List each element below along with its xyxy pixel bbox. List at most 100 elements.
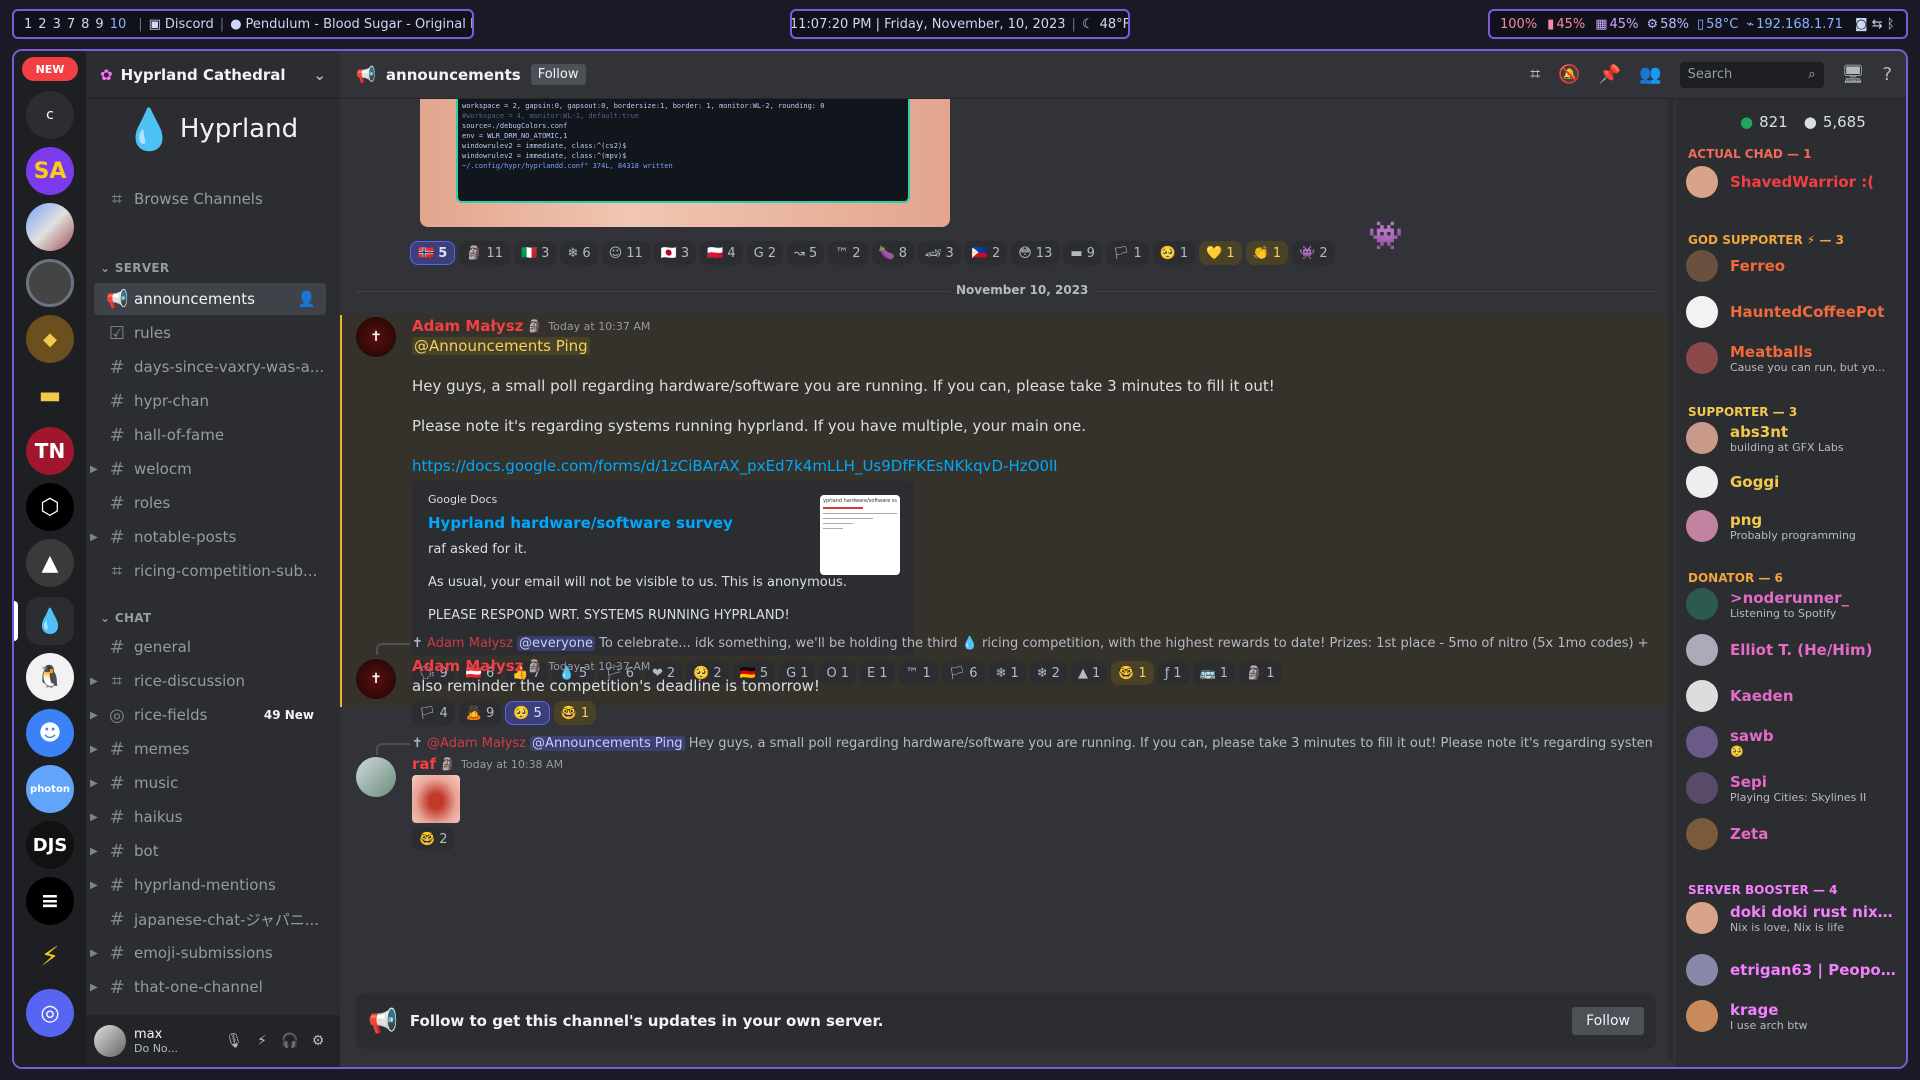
channel-emoji-submissions[interactable]: ▶ # emoji-submissions [90, 937, 326, 969]
server-avatar-1[interactable] [26, 203, 74, 251]
channel-roles[interactable]: # roles [94, 487, 326, 519]
channel-days-since[interactable]: # days-since-vaxry-was-a... [94, 351, 326, 383]
embed-thumbnail[interactable]: yprland hardware/software survey [820, 495, 900, 575]
channel-welocm[interactable]: ▶ # welocm [90, 453, 326, 485]
server-robot[interactable]: ☻ [26, 709, 74, 757]
channel-japanese-chat[interactable]: # japanese-chat-ジャパニ... [94, 903, 326, 935]
member-shavedwarrior[interactable]: ShavedWarrior :( [1686, 161, 1900, 203]
member-sepi[interactable]: Sepi Playing Cities: Skylines II [1686, 767, 1900, 809]
channel-hall-of-fame[interactable]: # hall-of-fame [94, 419, 326, 451]
server-photon[interactable]: photon [26, 765, 74, 813]
tray-icons[interactable]: ◙ ⇆ ᛒ [1855, 17, 1895, 32]
add-member-icon[interactable]: 👤 [297, 290, 316, 308]
member-ferreo[interactable]: Ferreo [1686, 245, 1900, 287]
member-goggi[interactable]: Goggi [1686, 461, 1900, 503]
notification-bell-icon[interactable]: 🔕 [1558, 64, 1580, 85]
headphones-icon[interactable]: 🎧 [276, 1033, 304, 1049]
server-hyprland[interactable]: 💧 [26, 597, 74, 645]
member-zeta[interactable]: Zeta [1686, 813, 1900, 855]
reaction-19[interactable]: 👏 1 [1245, 241, 1289, 265]
reply-preview-1[interactable]: ✝ Adam Małysz @everyone To celebrate... … [412, 636, 1652, 651]
mic-muted-icon[interactable]: 🎙 [220, 1033, 248, 1049]
reaction-11[interactable]: 🍆 8 [871, 241, 914, 265]
scrollbar[interactable] [1668, 99, 1674, 1059]
member-doki[interactable]: doki doki rust nixxer Nix is love, Nix is… [1686, 897, 1900, 939]
reaction-5[interactable]: ☺ 11 [601, 241, 650, 265]
channel-hypr-chan[interactable]: # hypr-chan [94, 385, 326, 417]
channel-hyprland-mentions[interactable]: ▶ # hyprland-mentions [90, 869, 326, 901]
threads-icon[interactable]: ⌗ [1530, 64, 1540, 85]
channel-ricing-competition[interactable]: ⌗ ricing-competition-sub... [94, 555, 326, 587]
reaction-12[interactable]: 🏎 3 [917, 241, 961, 265]
channel-music[interactable]: ▶ # music [90, 767, 326, 799]
message-author[interactable]: raf [412, 755, 436, 773]
member-etrigan63[interactable]: etrigan63 | Peopoly... [1686, 949, 1900, 991]
reaction-nerd[interactable]: 🤓 2 [412, 827, 455, 851]
avatar[interactable] [356, 757, 396, 797]
reaction-13[interactable]: 🇵🇭 2 [964, 241, 1008, 265]
member-krage[interactable]: krage I use arch btw [1686, 995, 1900, 1037]
channel-notable-posts[interactable]: ▶ # notable-posts [90, 521, 326, 553]
server-avatar-2[interactable] [26, 259, 74, 307]
member-abs3nt[interactable]: abs3nt building at GFX Labs [1686, 417, 1900, 459]
message-author[interactable]: Adam Małysz [412, 657, 523, 675]
reaction-18[interactable]: 💛 1 [1199, 241, 1242, 265]
reaction-14[interactable]: 😳 13 [1011, 241, 1060, 265]
mention-announcements[interactable]: @Announcements Ping [412, 337, 590, 355]
reaction-1[interactable]: 🇳🇴 5 [410, 241, 456, 265]
server-tn[interactable]: TN [26, 427, 74, 475]
channel-rules[interactable]: ☑ rules [94, 317, 326, 349]
reaction-10[interactable]: ™ 2 [828, 241, 868, 265]
pin-icon[interactable]: 📌 [1599, 64, 1621, 85]
server-home[interactable]: c [26, 91, 74, 139]
server-sa[interactable]: SA [26, 147, 74, 195]
channel-rice-discussion[interactable]: ▶ ⌗ rice-discussion [90, 665, 326, 697]
search-box[interactable]: Search ⌕ [1679, 61, 1824, 88]
reaction-20[interactable]: 👾 2 [1292, 241, 1335, 265]
message-author[interactable]: Adam Małysz [412, 317, 523, 335]
server-djs[interactable]: DJS [26, 821, 74, 869]
avatar[interactable] [94, 1025, 126, 1057]
server-arch[interactable]: ▲ [26, 539, 74, 587]
channel-general[interactable]: # general [94, 631, 326, 663]
reaction-6[interactable]: 🇯🇵 3 [653, 241, 697, 265]
folder-icon[interactable]: ▬ [26, 371, 74, 419]
server-avatar-3[interactable]: ◆ [26, 315, 74, 363]
channel-bot[interactable]: ▶ # bot [90, 835, 326, 867]
server-lines[interactable]: ≡ [26, 877, 74, 925]
reaction-15[interactable]: ▬ 9 [1063, 241, 1102, 265]
channel-rice-fields[interactable]: ▶ ◎ rice-fields 49 New [90, 699, 326, 731]
reaction-7[interactable]: 🇵🇱 4 [700, 241, 743, 265]
avatar[interactable]: ✝ [356, 659, 396, 699]
reaction-3[interactable]: 🇮🇹 3 [513, 241, 557, 265]
channel-memes[interactable]: ▶ # memes [90, 733, 326, 765]
server-hex[interactable]: ⬡ [26, 483, 74, 531]
server-header[interactable]: ✿ Hyprland Cathedral ⌄ [86, 51, 340, 99]
reaction-9[interactable]: ↝ 5 [787, 241, 825, 265]
member-list-icon[interactable]: 👥 [1639, 64, 1661, 85]
search-input[interactable]: Search [1688, 67, 1809, 82]
reply-preview-2[interactable]: ✝ @Adam Małysz @Announcements Ping Hey g… [412, 736, 1652, 751]
follow-header-button[interactable]: Follow [530, 64, 586, 85]
reaction-2[interactable]: 🗿 11 [459, 241, 510, 265]
reaction-nerd[interactable]: 🤓 1 [553, 701, 597, 725]
new-badge[interactable]: NEW [22, 57, 78, 81]
follow-button[interactable]: Follow [1572, 1007, 1644, 1035]
server-linux[interactable]: 🐧 [26, 653, 74, 701]
gear-icon[interactable]: ⚙ [304, 1033, 332, 1049]
member-meatballs[interactable]: Meatballs Cause you can run, but yo... [1686, 337, 1900, 379]
reaction-16[interactable]: 🏳 1 [1105, 241, 1149, 265]
reaction-pride[interactable]: 🏳 4 [412, 701, 455, 725]
category-server[interactable]: ⌄ SERVER [100, 261, 169, 275]
help-icon[interactable]: ? [1882, 64, 1892, 85]
member-png[interactable]: png Probably programming [1686, 505, 1900, 547]
server-discord[interactable]: ◎ [26, 989, 74, 1037]
member-noderunner[interactable]: >noderunner_ Listening to Spotify [1686, 583, 1900, 625]
workspace-list[interactable]: 1 2 3 7 8 9 10 [24, 17, 132, 32]
reaction-bow[interactable]: 🙇 9 [458, 701, 502, 725]
channel-that-one-channel[interactable]: ▶ # that-one-channel [90, 971, 326, 1003]
browse-channels[interactable]: ⌗ Browse Channels [94, 183, 326, 215]
inbox-icon[interactable]: 🖥 [1842, 64, 1865, 85]
member-hauntedcoffeepot[interactable]: HauntedCoffeePot [1686, 291, 1900, 333]
member-elliot[interactable]: Elliot T. (He/Him) [1686, 629, 1900, 671]
